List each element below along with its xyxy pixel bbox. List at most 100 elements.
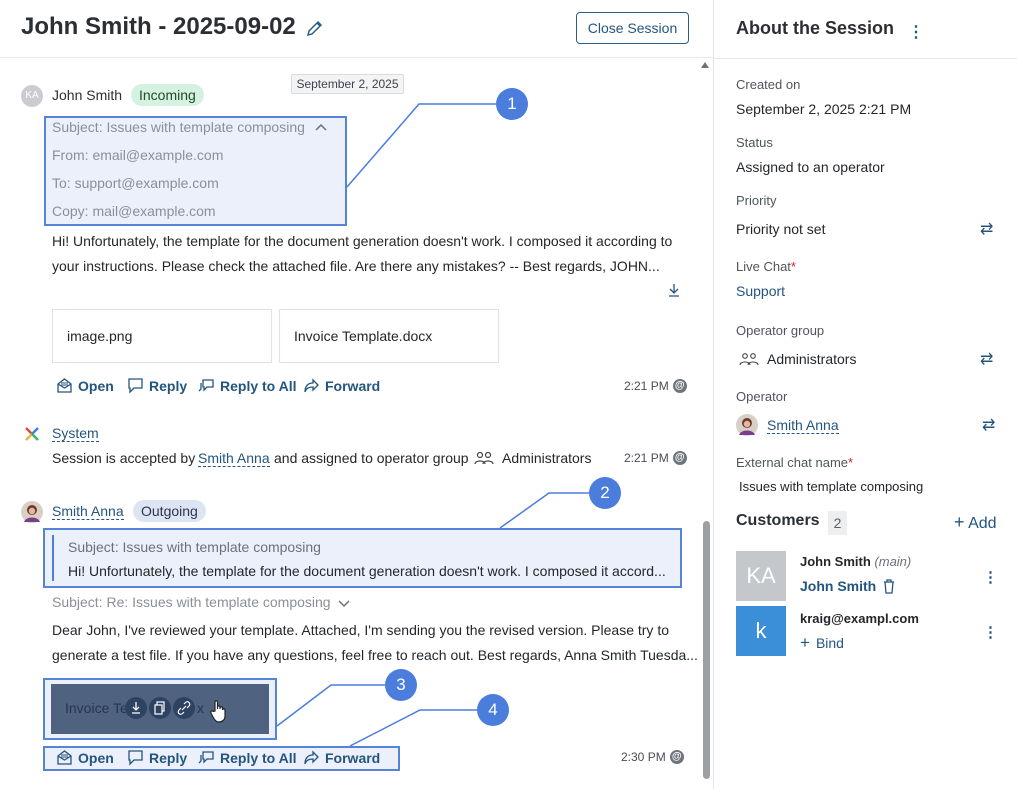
attachment-card[interactable]: Invoice Template.docx	[279, 309, 499, 363]
customer-name-text: John Smith	[800, 554, 871, 569]
reply-button[interactable]: Reply	[127, 377, 187, 394]
copy-icon[interactable]	[149, 697, 171, 719]
attachment-card-hover[interactable]: Invoice Te x	[51, 684, 269, 734]
status-value: Assigned to an operator	[736, 159, 885, 175]
email-channel-icon: @	[669, 750, 684, 764]
created-value: September 2, 2025 2:21 PM	[736, 101, 912, 117]
system-author-link[interactable]: System	[52, 425, 99, 442]
group-icon	[474, 451, 494, 465]
customer-menu-icon[interactable]: ⋮	[983, 623, 998, 641]
created-label: Created on	[736, 77, 801, 92]
bind-customer-button[interactable]: + Bind	[800, 633, 844, 653]
open-label: Open	[78, 377, 114, 394]
callout-badge: 4	[477, 694, 509, 726]
external-chat-name-label-text: External chat name	[736, 455, 849, 470]
quote-body: Hi! Unfortunately, the template for the …	[68, 563, 666, 579]
reply-all-button[interactable]: Reply to All	[198, 749, 297, 766]
message-from: From: email@example.com	[52, 147, 224, 163]
reply-all-button[interactable]: Reply to All	[198, 377, 297, 394]
operator-link[interactable]: Smith Anna	[198, 450, 270, 467]
reply-button[interactable]: Reply	[127, 749, 187, 766]
operator-label: Operator	[736, 389, 788, 404]
reply-all-label: Reply to All	[220, 377, 297, 394]
open-button[interactable]: Open	[56, 377, 114, 394]
chevron-up-icon[interactable]	[315, 122, 327, 132]
callout-badge: 2	[589, 477, 621, 509]
customer-name: kraig@exampl.com	[800, 611, 919, 626]
time-text: 2:30 PM	[621, 750, 666, 764]
chevron-down-icon[interactable]	[338, 598, 350, 608]
trash-icon[interactable]	[882, 578, 896, 594]
hand-cursor-icon	[210, 700, 226, 723]
forward-button[interactable]: Forward	[303, 377, 380, 394]
reply-icon	[128, 750, 143, 766]
close-session-button[interactable]: Close Session	[576, 12, 689, 44]
live-chat-label-text: Live Chat	[736, 259, 791, 274]
live-chat-link[interactable]: Support	[736, 283, 785, 299]
forward-label: Forward	[325, 377, 381, 394]
change-operator-group-icon[interactable]: ⇄	[980, 349, 993, 369]
plus-icon: +	[800, 633, 810, 652]
open-button[interactable]: Open	[56, 749, 114, 766]
more-options-icon[interactable]: ⋮	[908, 22, 924, 42]
attachment-card[interactable]: image.png	[52, 309, 272, 363]
customers-count: 2	[828, 511, 847, 535]
incoming-badge: Incoming	[131, 84, 204, 106]
operator-link[interactable]: Smith Anna	[767, 417, 839, 434]
message-subject[interactable]: Subject: Re: Issues with template compos…	[52, 594, 331, 610]
forward-label: Forward	[325, 749, 381, 766]
message-author: John Smith	[52, 87, 123, 103]
avatar	[21, 501, 43, 523]
time-text: 2:21 PM	[624, 379, 669, 393]
message-time: 2:21 PM @	[624, 379, 687, 393]
customer-avatar: KA	[736, 551, 786, 601]
session-window: John Smith - 2025-09-02 Close Session KA…	[0, 0, 1017, 789]
reply-label: Reply	[149, 749, 188, 766]
change-priority-icon[interactable]: ⇄	[980, 219, 993, 239]
add-label: Add	[968, 515, 997, 532]
message-to: To: support@example.com	[52, 175, 219, 191]
reply-icon	[128, 378, 143, 394]
panel-title: About the Session	[736, 18, 895, 38]
main-tag: (main)	[874, 554, 912, 569]
download-icon[interactable]	[667, 283, 681, 297]
message-subject[interactable]: Subject: Issues with template composing	[52, 119, 305, 135]
envelope-open-icon	[57, 378, 72, 393]
message-time: 2:30 PM @	[621, 750, 684, 764]
plus-icon: +	[954, 512, 965, 532]
required-marker: *	[790, 259, 796, 274]
add-customer-button[interactable]: + Add	[954, 512, 997, 533]
live-chat-label: Live Chat*	[736, 259, 796, 274]
scroll-up-arrow-icon[interactable]	[701, 62, 709, 68]
edit-pencil-icon[interactable]	[305, 18, 325, 38]
operator-group-label: Operator group	[736, 323, 825, 338]
customer-menu-icon[interactable]: ⋮	[983, 568, 998, 586]
feed-scrollbar[interactable]	[703, 521, 710, 779]
callout-badge: 3	[385, 669, 417, 701]
download-attachment-icon[interactable]	[125, 697, 147, 719]
forward-button[interactable]: Forward	[303, 749, 380, 766]
email-channel-icon: @	[672, 379, 687, 393]
reply-all-icon	[198, 751, 214, 764]
message-body-line: Dear John, I've reviewed your template. …	[52, 622, 669, 638]
message-body-line: Hi! Unfortunately, the template for the …	[52, 233, 673, 249]
open-label: Open	[78, 749, 114, 766]
customer-link[interactable]: John Smith	[800, 578, 896, 594]
customer-name: John Smith (main)	[800, 554, 911, 569]
reply-all-icon	[198, 379, 214, 392]
time-text: 2:21 PM	[624, 451, 669, 465]
required-marker: *	[848, 455, 854, 470]
attachment-name: Invoice Te	[65, 700, 128, 716]
attachment-name-tail: x	[197, 700, 204, 716]
group-name: Administrators	[502, 450, 592, 466]
callout-badge: 1	[496, 88, 528, 120]
avatar	[736, 414, 758, 436]
date-separator: September 2, 2025	[291, 74, 404, 94]
outgoing-badge: Outgoing	[133, 500, 206, 522]
bind-label: Bind	[815, 635, 844, 651]
change-operator-icon[interactable]: ⇄	[982, 415, 995, 435]
message-author-link[interactable]: Smith Anna	[52, 503, 124, 520]
system-message-mid: and assigned to operator group	[274, 450, 469, 466]
link-icon[interactable]	[173, 697, 195, 719]
message-body-line: your instructions. Please check the atta…	[52, 258, 660, 274]
